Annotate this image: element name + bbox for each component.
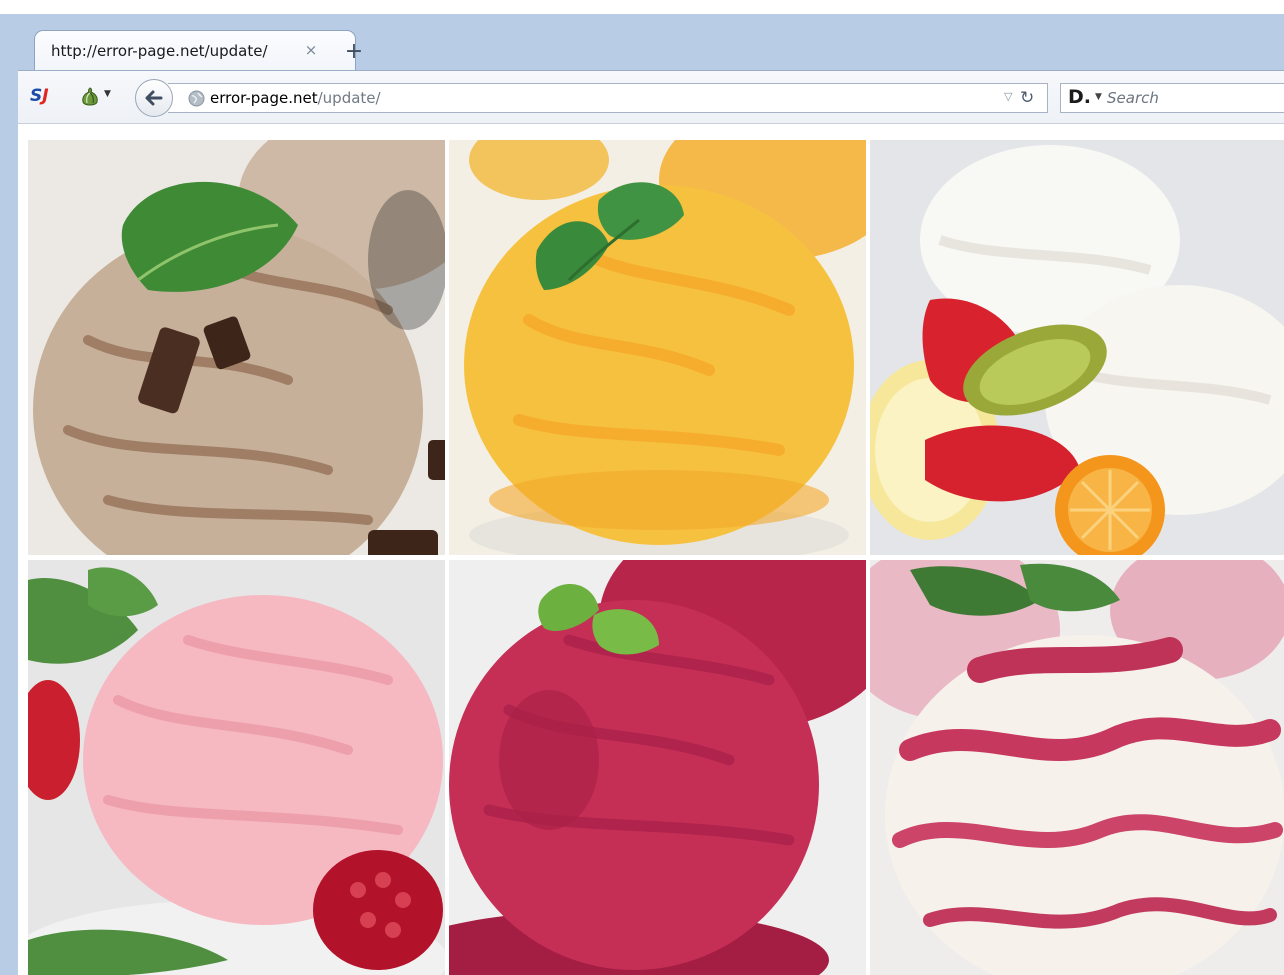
url-host: error-page.net <box>210 89 318 107</box>
tab-bar: http://error-page.net/update/ × + <box>18 14 1284 71</box>
url-text[interactable]: error-page.net/update/ <box>210 89 381 107</box>
tab-title: http://error-page.net/update/ <box>51 42 268 60</box>
ice-cream-image-raspberry <box>449 560 866 975</box>
search-input[interactable] <box>1107 88 1284 108</box>
ice-cream-image-chocolate <box>28 140 445 555</box>
page-content <box>18 124 1284 975</box>
search-engine-icon[interactable]: D. <box>1068 86 1091 108</box>
ice-cream-image-mango <box>449 140 866 555</box>
history-dropdown-icon[interactable]: ▽ <box>1004 90 1012 103</box>
back-arrow-icon <box>145 90 163 106</box>
sj-logo-icon[interactable]: SJ <box>30 84 56 108</box>
globe-icon <box>188 90 205 107</box>
navigation-toolbar: SJ ▼ error-page.net/update/ ▽ ↻ D. ▼ <box>18 70 1284 124</box>
search-box[interactable]: D. ▼ <box>1060 83 1284 113</box>
ice-cream-image-berry-swirl <box>870 560 1284 975</box>
tor-onion-icon[interactable] <box>80 86 100 108</box>
top-margin <box>0 0 1284 14</box>
window-frame-left <box>0 14 18 975</box>
tab-close-icon[interactable]: × <box>300 39 322 61</box>
browser-window: http://error-page.net/update/ × + SJ ▼ e… <box>0 0 1284 975</box>
back-button[interactable] <box>135 79 173 117</box>
url-path: /update/ <box>317 89 381 107</box>
address-bar[interactable]: error-page.net/update/ ▽ ↻ <box>168 83 1048 113</box>
tor-dropdown-icon[interactable]: ▼ <box>104 89 111 99</box>
tab-active[interactable]: http://error-page.net/update/ × <box>34 30 356 71</box>
search-engine-dropdown-icon[interactable]: ▼ <box>1095 92 1102 102</box>
ice-cream-image-strawberry <box>28 560 445 975</box>
ice-cream-image-vanilla-fruit <box>870 140 1284 555</box>
new-tab-button[interactable]: + <box>342 40 366 64</box>
reload-icon[interactable]: ↻ <box>1020 88 1034 108</box>
